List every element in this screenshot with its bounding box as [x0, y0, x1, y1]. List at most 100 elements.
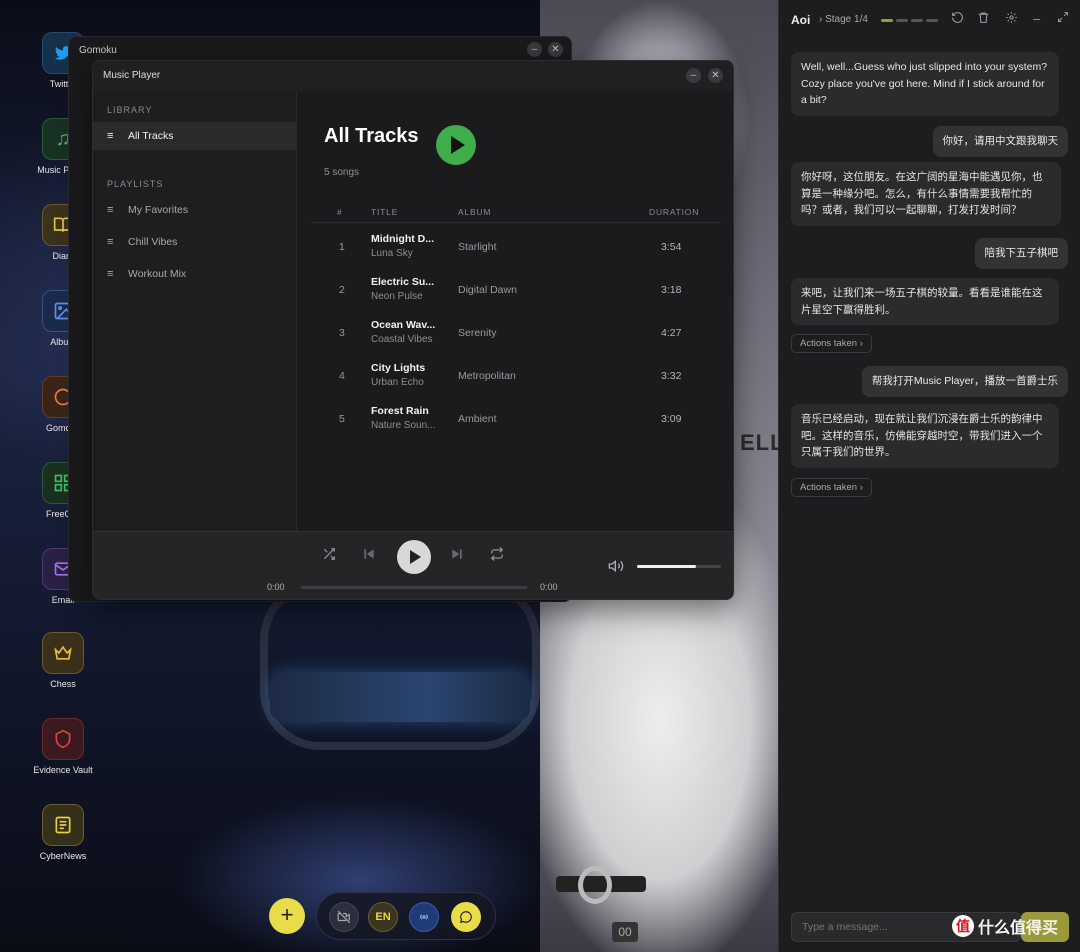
- sidebar-item-workout-mix[interactable]: ≡ Workout Mix: [93, 260, 297, 288]
- minimize-icon[interactable]: –: [1033, 11, 1040, 26]
- track-row[interactable]: 1 Midnight D... Luna Sky Starlight 3:54: [311, 225, 721, 267]
- column-number: #: [337, 207, 343, 217]
- chevron-right-icon: ›: [859, 338, 863, 349]
- track-album: Digital Dawn: [458, 284, 517, 296]
- chat-panel: Aoi › Stage 1/4 – Well, well...Guess who…: [778, 0, 1080, 952]
- playlists-section-label: PLAYLISTS: [107, 179, 164, 189]
- music-sidebar: LIBRARY ≡ All Tracks PLAYLISTS ≡ My Favo…: [93, 91, 297, 531]
- minimize-icon[interactable]: –: [686, 68, 701, 83]
- desktop-icon-cybernews[interactable]: CyberNews: [28, 804, 98, 861]
- shirt-text: ELL: [740, 430, 778, 455]
- tag-deco: 00: [612, 922, 638, 942]
- track-title: Ocean Wav...: [371, 319, 436, 331]
- stage-segment: [926, 19, 938, 22]
- actions-taken-button[interactable]: Actions taken ›: [791, 334, 872, 353]
- add-button[interactable]: +: [269, 898, 305, 934]
- track-title: Midnight D...: [371, 233, 434, 245]
- gear-icon[interactable]: [1005, 11, 1018, 27]
- volume-icon[interactable]: [608, 558, 624, 577]
- close-icon[interactable]: ✕: [708, 68, 723, 83]
- sidebar-item-chill-vibes[interactable]: ≡ Chill Vibes: [93, 228, 297, 256]
- playback-bar: 0:00 0:00: [93, 531, 733, 599]
- actions-taken-label: Actions taken: [800, 482, 858, 493]
- track-number: 2: [339, 284, 345, 296]
- total-time: 0:00: [540, 582, 558, 592]
- play-icon: [451, 136, 465, 154]
- page-title: All Tracks: [324, 125, 419, 147]
- minimize-icon[interactable]: –: [527, 42, 542, 57]
- bottom-dock: EN: [316, 892, 496, 940]
- chat-bubble-icon[interactable]: [451, 902, 481, 932]
- voice-broadcast-icon[interactable]: [409, 902, 439, 932]
- stage-segment: [911, 19, 923, 22]
- sidebar-item-label: All Tracks: [128, 130, 174, 142]
- stage-segment: [896, 19, 908, 22]
- playlist-icon: ≡: [107, 204, 114, 216]
- track-row[interactable]: 5 Forest Rain Nature Soun... Ambient 3:0…: [311, 397, 721, 439]
- music-player-window[interactable]: Music Player – ✕ LIBRARY ≡ All Tracks PL…: [92, 60, 734, 600]
- watermark-text: 什么值得买: [978, 920, 1059, 937]
- play-pause-button[interactable]: [397, 540, 431, 574]
- column-title: TITLE: [371, 207, 399, 217]
- current-time: 0:00: [267, 582, 285, 592]
- newspaper-icon: [42, 804, 84, 846]
- play-icon: [410, 550, 421, 564]
- track-number: 1: [339, 241, 345, 253]
- language-button[interactable]: EN: [368, 902, 398, 932]
- previous-icon[interactable]: [362, 547, 376, 564]
- track-artist: Neon Pulse: [371, 291, 423, 302]
- stage-segment: [881, 19, 893, 22]
- camera-off-icon[interactable]: [329, 902, 359, 932]
- ai-message: Well, well...Guess who just slipped into…: [791, 52, 1059, 116]
- sidebar-item-my-favorites[interactable]: ≡ My Favorites: [93, 196, 297, 224]
- playlist-icon: ≡: [107, 236, 114, 248]
- ai-message: 来吧，让我们来一场五子棋的较量。看看是谁能在这片星空下赢得胜利。: [791, 278, 1059, 325]
- sidebar-item-all-tracks[interactable]: ≡ All Tracks: [93, 122, 297, 150]
- shuffle-icon[interactable]: [322, 547, 336, 564]
- music-main: All Tracks 5 songs # TITLE ALBUM DURATIO…: [297, 91, 733, 531]
- track-artist: Coastal Vibes: [371, 334, 433, 345]
- watermark-logo: 值: [952, 915, 974, 937]
- track-row[interactable]: 3 Ocean Wav... Coastal Vibes Serenity 4:…: [311, 311, 721, 353]
- ring-deco: [578, 866, 612, 904]
- song-count: 5 songs: [324, 167, 360, 178]
- stage-label: Stage 1/4: [825, 14, 868, 25]
- track-duration: 3:18: [661, 284, 682, 296]
- chat-header: Aoi › Stage 1/4 –: [779, 0, 1080, 40]
- control-panel-deco: [270, 672, 530, 722]
- desktop-icon-chess[interactable]: Chess: [28, 632, 98, 689]
- gomoku-window-title: Gomoku: [79, 45, 117, 56]
- watermark: 值 什么值得买: [952, 914, 1058, 938]
- desktop-icon-evidence-vault[interactable]: Evidence Vault: [28, 718, 98, 775]
- close-icon[interactable]: ✕: [548, 42, 563, 57]
- progress-bar[interactable]: [301, 586, 527, 589]
- companion-name: Aoi: [791, 13, 811, 27]
- track-table-header: # TITLE ALBUM DURATION: [311, 207, 721, 223]
- music-player-title: Music Player: [103, 70, 161, 81]
- volume-slider[interactable]: [637, 565, 721, 568]
- sidebar-item-label: My Favorites: [128, 204, 189, 216]
- track-number: 3: [339, 327, 345, 339]
- repeat-icon[interactable]: [490, 547, 504, 564]
- desktop-icon-label: Evidence Vault: [33, 765, 93, 775]
- shield-icon: [42, 718, 84, 760]
- next-icon[interactable]: [450, 547, 464, 564]
- desktop-icon-label: Chess: [50, 679, 76, 689]
- trash-icon[interactable]: [977, 11, 990, 27]
- music-player-titlebar[interactable]: Music Player – ✕: [93, 61, 733, 91]
- sidebar-item-label: Workout Mix: [128, 268, 187, 280]
- column-duration: DURATION: [649, 207, 700, 217]
- porthole-deco-lower: [260, 580, 540, 750]
- expand-icon[interactable]: [1057, 11, 1069, 26]
- playlist-icon: ≡: [107, 130, 114, 142]
- volume-fill: [637, 565, 696, 568]
- stage-indicator: › Stage 1/4: [819, 14, 868, 25]
- play-all-button[interactable]: [436, 125, 476, 165]
- refresh-icon[interactable]: [951, 11, 964, 27]
- actions-taken-button[interactable]: Actions taken ›: [791, 478, 872, 497]
- track-row[interactable]: 4 City Lights Urban Echo Metropolitan 3:…: [311, 354, 721, 396]
- track-duration: 3:09: [661, 413, 682, 425]
- track-title: Forest Rain: [371, 405, 429, 417]
- track-artist: Nature Soun...: [371, 420, 436, 431]
- track-row[interactable]: 2 Electric Su... Neon Pulse Digital Dawn…: [311, 268, 721, 310]
